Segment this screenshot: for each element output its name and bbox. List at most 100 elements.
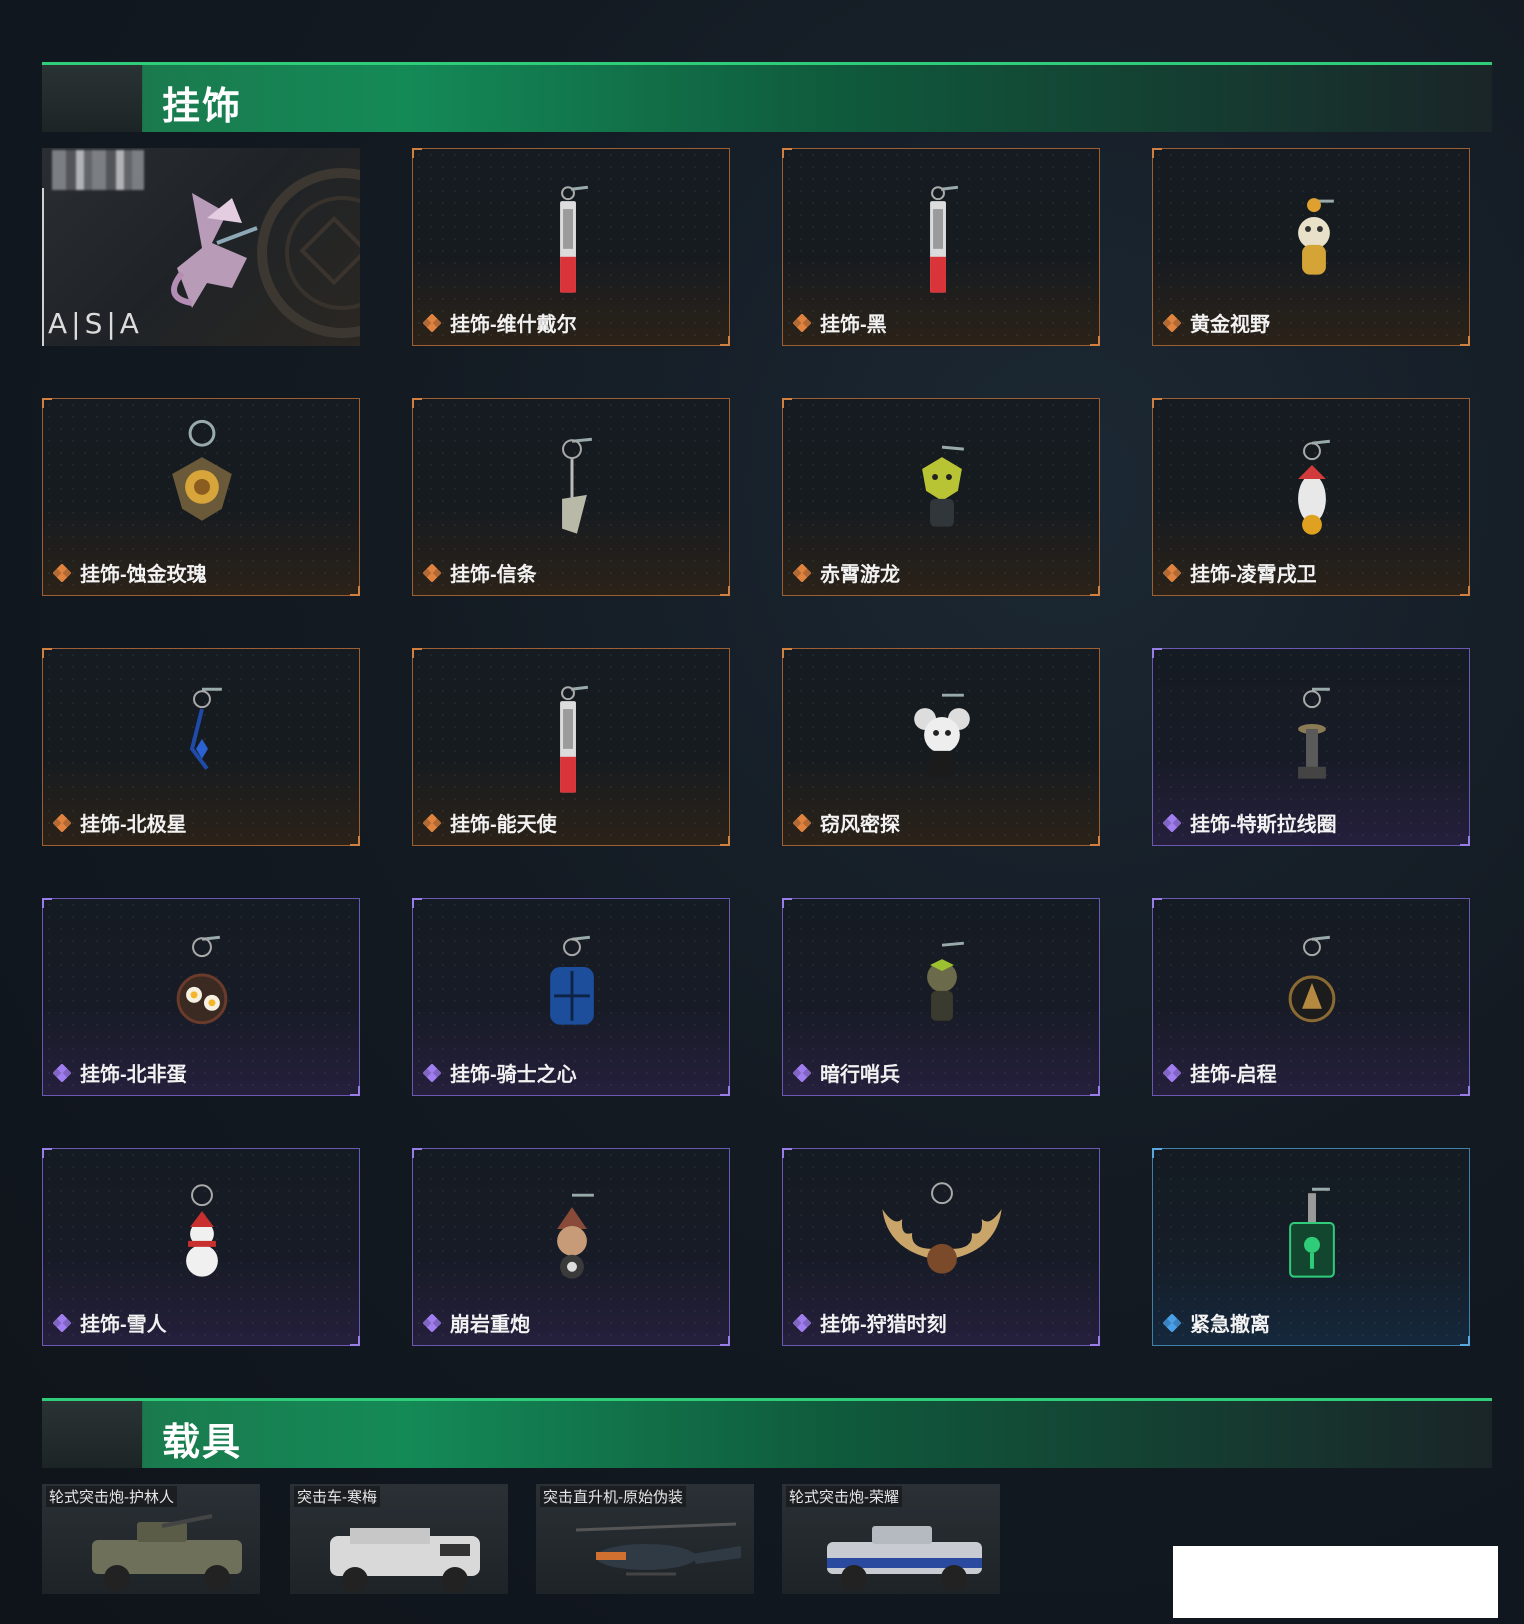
charm-name: 挂饰-北极星 — [80, 814, 187, 836]
white-overlay-box — [1173, 1546, 1498, 1618]
charm-star-blue-icon — [189, 687, 222, 770]
section-tab-decoration — [42, 65, 142, 132]
charm-card[interactable]: 赤霄游龙 — [782, 398, 1100, 596]
card-corner — [350, 1336, 360, 1346]
charm-shield-blue-icon — [550, 935, 594, 1025]
section-title-vehicles: 载具 — [162, 1422, 243, 1464]
card-corner — [1090, 1336, 1100, 1346]
charm-name: 挂饰-维什戴尔 — [450, 314, 577, 336]
card-corner — [350, 586, 360, 596]
charm-label: 挂饰-能天使 — [423, 808, 557, 837]
charm-name: 挂饰-北非蛋 — [80, 1064, 187, 1086]
charm-name: 暗行哨兵 — [820, 1064, 900, 1086]
charm-name: 挂饰-特斯拉线圈 — [1190, 814, 1337, 836]
section-header-charms: 挂饰 — [42, 62, 1492, 132]
rarity-diamond-icon — [793, 1063, 811, 1082]
charm-card[interactable]: 暗行哨兵 — [782, 898, 1100, 1096]
vehicle-card[interactable]: 突击车-寒梅 — [290, 1484, 508, 1594]
card-corner — [720, 1086, 730, 1096]
card-corner — [1460, 336, 1470, 346]
vehicle-card[interactable]: 轮式突击炮-护林人 — [42, 1484, 260, 1594]
card-corner — [1460, 586, 1470, 596]
rarity-diamond-icon — [793, 813, 811, 832]
vehicle-card[interactable]: 突击直升机-原始伪装 — [536, 1484, 754, 1594]
charm-card[interactable]: 挂饰-蚀金玫瑰 — [42, 398, 360, 596]
vehicle-name: 轮式突击炮-荣耀 — [786, 1486, 902, 1507]
section-tab-decoration — [42, 1401, 142, 1468]
charm-dog-figure-icon — [1298, 439, 1331, 535]
charm-label: 挂饰-维什戴尔 — [423, 308, 577, 337]
charm-label: 挂饰-北非蛋 — [53, 1058, 187, 1087]
armored-car-white-icon — [330, 1528, 480, 1593]
charm-card[interactable]: 挂饰-启程 — [1152, 898, 1470, 1096]
rarity-diamond-icon — [793, 563, 811, 582]
charm-label: 挂饰-狩猎时刻 — [793, 1308, 947, 1337]
vehicle-name: 突击车-寒梅 — [294, 1486, 380, 1507]
charm-card[interactable]: 紧急撤离 — [1152, 1148, 1470, 1346]
charm-label: 窃风密探 — [793, 808, 900, 837]
card-corner — [350, 836, 360, 846]
charm-label: 暗行哨兵 — [793, 1058, 900, 1087]
charm-label: 挂饰-凌霄戌卫 — [1163, 558, 1317, 587]
charm-name: 挂饰-凌霄戌卫 — [1190, 564, 1317, 586]
card-corner — [1090, 1086, 1100, 1096]
charm-name: 挂饰-黑 — [820, 314, 887, 336]
armored-car-blue-icon — [827, 1526, 982, 1591]
charm-card[interactable]: 挂饰-维什戴尔 — [412, 148, 730, 346]
card-corner — [1090, 836, 1100, 846]
featured-charm-card[interactable]: A|S|A — [42, 148, 360, 346]
card-corner — [1090, 336, 1100, 346]
charm-gnome-figure-icon — [557, 1193, 594, 1279]
charm-soldier-figure-icon — [927, 941, 964, 1021]
charm-mouse-figure-icon — [914, 693, 970, 777]
attack-helicopter-icon — [575, 1522, 741, 1576]
armored-car-camo-icon — [92, 1514, 242, 1591]
card-corner — [350, 1086, 360, 1096]
charm-name: 崩岩重炮 — [450, 1314, 530, 1336]
charm-name: 挂饰-蚀金玫瑰 — [80, 564, 207, 586]
card-corner — [1090, 586, 1100, 596]
charm-knife-icon — [562, 437, 593, 534]
charm-name: 挂饰-能天使 — [450, 814, 557, 836]
vehicle-card[interactable]: 轮式突击炮-荣耀 — [782, 1484, 1000, 1594]
card-corner — [720, 586, 730, 596]
charm-card[interactable]: 挂饰-北非蛋 — [42, 898, 360, 1096]
charm-name: 挂饰-启程 — [1190, 1064, 1277, 1086]
charm-label: 挂饰-启程 — [1163, 1058, 1277, 1087]
charm-card[interactable]: 挂饰-信条 — [412, 398, 730, 596]
charm-card[interactable]: 窃风密探 — [782, 648, 1100, 846]
charm-antlers-icon — [882, 1182, 1002, 1274]
charm-card[interactable]: 挂饰-特斯拉线圈 — [1152, 648, 1470, 846]
rarity-diamond-icon — [793, 313, 811, 332]
rarity-diamond-icon — [1163, 563, 1181, 582]
charm-card[interactable]: 挂饰-凌霄戌卫 — [1152, 398, 1470, 596]
charm-card[interactable]: 挂饰-骑士之心 — [412, 898, 730, 1096]
rarity-diamond-icon — [423, 313, 441, 332]
rarity-diamond-icon — [423, 1313, 441, 1332]
charm-card[interactable]: 挂饰-狩猎时刻 — [782, 1148, 1100, 1346]
charm-name: 紧急撤离 — [1190, 1314, 1270, 1336]
rarity-diamond-icon — [1163, 313, 1181, 332]
charm-card[interactable]: 黄金视野 — [1152, 148, 1470, 346]
charm-green-sign-icon — [1289, 1187, 1335, 1278]
vehicle-name: 轮式突击炮-护林人 — [46, 1486, 177, 1507]
charm-card[interactable]: 挂饰-黑 — [782, 148, 1100, 346]
charm-card[interactable]: 挂饰-雪人 — [42, 1148, 360, 1346]
charm-snowman-icon — [186, 1184, 218, 1277]
rarity-diamond-icon — [423, 563, 441, 582]
rarity-diamond-icon — [1163, 813, 1181, 832]
featured-logo-text: A|S|A — [48, 307, 143, 340]
card-corner — [1460, 1336, 1470, 1346]
rarity-diamond-icon — [53, 1313, 71, 1332]
charm-label: 挂饰-蚀金玫瑰 — [53, 558, 207, 587]
charm-name: 挂饰-雪人 — [80, 1314, 167, 1336]
charm-figure-bear-icon — [1298, 198, 1334, 275]
charm-tag-red-icon — [560, 685, 589, 793]
charm-card[interactable]: 挂饰-北极星 — [42, 648, 360, 846]
charm-name: 挂饰-狩猎时刻 — [820, 1314, 947, 1336]
charm-card[interactable]: 挂饰-能天使 — [412, 648, 730, 846]
charm-card[interactable]: 崩岩重炮 — [412, 1148, 730, 1346]
vehicle-name: 突击直升机-原始伪装 — [540, 1486, 686, 1507]
card-corner — [1460, 1086, 1470, 1096]
charm-tag-red-icon — [560, 185, 589, 293]
